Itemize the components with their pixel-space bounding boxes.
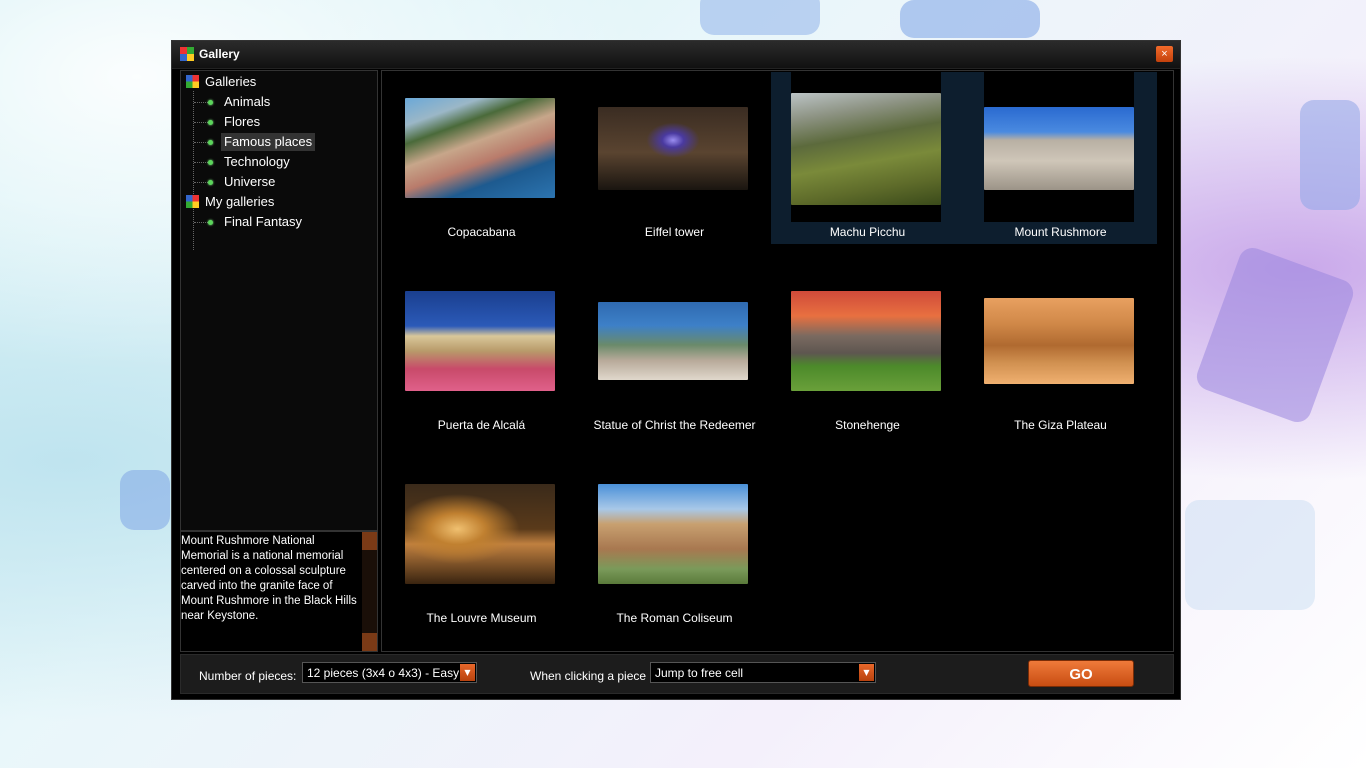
tree-connector	[194, 162, 208, 163]
app-icon	[180, 47, 194, 61]
gallery-tile[interactable]: The Roman Coliseum	[578, 458, 771, 630]
tree-item-technology[interactable]: Technology	[221, 153, 293, 171]
gallery-tile[interactable]: Statue of Christ the Redeemer	[578, 265, 771, 437]
bullet-icon	[208, 180, 213, 185]
click-action-value: Jump to free cell	[655, 666, 744, 680]
tile-label: Mount Rushmore	[1014, 225, 1107, 239]
tree-connector	[194, 142, 208, 143]
gallery-tile[interactable]: Mount Rushmore	[964, 72, 1157, 244]
tile-label: Machu Picchu	[829, 225, 906, 239]
tile-label: Eiffel tower	[644, 225, 705, 239]
thumbnail-stonehenge	[791, 291, 941, 391]
click-action-select[interactable]: Jump to free cell ▼	[650, 662, 876, 683]
tile-label: Copacabana	[447, 225, 516, 239]
tile-label: The Louvre Museum	[426, 611, 537, 625]
description-panel: Mount Rushmore National Memorial is a na…	[180, 531, 378, 652]
tile-label: The Giza Plateau	[1014, 418, 1107, 432]
scrollbar-down[interactable]	[362, 633, 377, 651]
window-title: Gallery	[199, 47, 240, 61]
tree-item-galleries[interactable]: Galleries	[202, 73, 259, 91]
gallery-tile[interactable]: Stonehenge	[771, 265, 964, 437]
gallery-tile[interactable]: Machu Picchu	[771, 72, 964, 244]
description-text: Mount Rushmore National Memorial is a na…	[181, 535, 357, 622]
background-puzzle-piece	[900, 0, 1040, 38]
tile-label: Statue of Christ the Redeemer	[593, 418, 756, 432]
tile-label: Stonehenge	[835, 418, 900, 432]
tree-connector	[194, 122, 208, 123]
description-scrollbar[interactable]	[362, 532, 377, 651]
thumbnail-mount-rushmore	[984, 107, 1134, 190]
gallery-tile[interactable]: Eiffel tower	[578, 72, 771, 244]
background-puzzle-piece	[700, 0, 820, 35]
tile-label: Puerta de Alcalá	[437, 418, 526, 432]
bullet-icon	[208, 100, 213, 105]
pieces-select[interactable]: 12 pieces (3x4 o 4x3) - Easy ▼	[302, 662, 477, 683]
thumbnail-roman-coliseum	[598, 484, 748, 584]
thumbnail-copacabana	[405, 98, 555, 198]
click-action-label: When clicking a piece	[530, 669, 647, 683]
gallery-tile[interactable]: Puerta de Alcalá	[385, 265, 578, 437]
tree-item-my-galleries[interactable]: My galleries	[202, 193, 277, 211]
scrollbar-up[interactable]	[362, 532, 377, 550]
background-puzzle-piece	[1185, 500, 1315, 610]
tree-item-famous-places[interactable]: Famous places	[221, 133, 316, 151]
tree-connector	[193, 91, 194, 250]
close-button[interactable]: ×	[1156, 46, 1173, 62]
background-puzzle-piece	[1300, 100, 1360, 210]
background-puzzle-piece	[120, 470, 170, 530]
image-grid: Copacabana Eiffel tower Machu Picchu Mou…	[381, 70, 1174, 652]
options-bar: Number of pieces: 12 pieces (3x4 o 4x3) …	[180, 654, 1174, 694]
tree-item-universe[interactable]: Universe	[221, 173, 278, 191]
chevron-down-icon[interactable]: ▼	[460, 664, 475, 681]
pieces-value: 12 pieces (3x4 o 4x3) - Easy	[307, 666, 460, 680]
tree-connector	[194, 222, 208, 223]
tree-item-flores[interactable]: Flores	[221, 113, 263, 131]
tree-connector	[194, 182, 208, 183]
gallery-tile[interactable]: The Giza Plateau	[964, 265, 1157, 437]
thumbnail-eiffel-tower	[598, 107, 748, 190]
bullet-icon	[208, 140, 213, 145]
gallery-tile[interactable]: Copacabana	[385, 72, 578, 244]
tile-label: The Roman Coliseum	[616, 611, 733, 625]
my-galleries-icon	[186, 195, 199, 208]
bullet-icon	[208, 220, 213, 225]
title-bar: Gallery ×	[172, 41, 1180, 69]
chevron-down-icon[interactable]: ▼	[859, 664, 874, 681]
bullet-icon	[208, 160, 213, 165]
thumbnail-machu-picchu	[791, 93, 941, 205]
tree-item-final-fantasy[interactable]: Final Fantasy	[221, 213, 305, 231]
galleries-icon	[186, 75, 199, 88]
background-puzzle-piece	[1192, 244, 1358, 426]
tree-connector	[194, 102, 208, 103]
go-button[interactable]: GO	[1028, 660, 1134, 687]
tree-item-animals[interactable]: Animals	[221, 93, 273, 111]
thumbnail-christ-the-redeemer	[598, 302, 748, 380]
thumbnail-louvre-museum	[405, 484, 555, 584]
gallery-tile[interactable]: The Louvre Museum	[385, 458, 578, 630]
gallery-window: Gallery × Galleries Animals Flores Famou…	[171, 40, 1181, 700]
bullet-icon	[208, 120, 213, 125]
gallery-tree: Galleries Animals Flores Famous places T…	[180, 70, 378, 531]
thumbnail-giza-plateau	[984, 298, 1134, 384]
thumbnail-puerta-de-alcala	[405, 291, 555, 391]
pieces-label: Number of pieces:	[199, 669, 297, 683]
